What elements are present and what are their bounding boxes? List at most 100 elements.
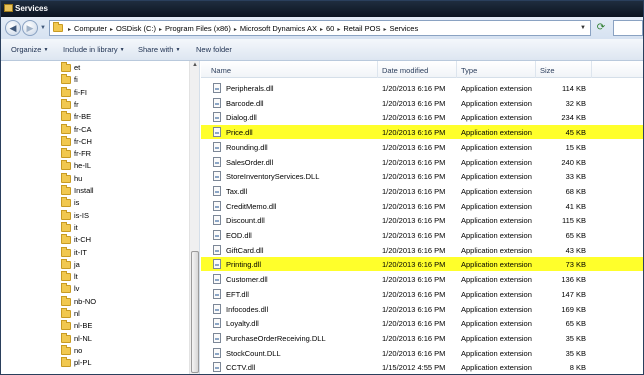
folder-icon — [61, 221, 71, 232]
breadcrumb-item[interactable]: Program Files (x86) — [165, 24, 231, 33]
file-row[interactable]: Price.dll 1/20/2013 6:16 PM Application ex… — [201, 125, 643, 140]
file-row[interactable]: GiftCard.dll 1/20/2013 6:16 PM Application… — [201, 243, 643, 257]
file-date-modified: 1/20/2013 6:16 PM — [382, 348, 446, 358]
file-row[interactable]: StoreInventoryServices.DLL 1/20/2013 6:16… — [201, 169, 643, 183]
scroll-up-icon[interactable]: ▲ — [192, 62, 198, 68]
file-row[interactable]: PurchaseOrderReceiving.DLL 1/20/2013 6:16… — [201, 331, 643, 345]
file-type: Application extension — [461, 157, 532, 167]
breadcrumb-separator-icon[interactable]: ▸ — [159, 27, 162, 33]
file-row[interactable]: Tax.dll 1/20/2013 6:16 PM Application exte… — [201, 184, 643, 198]
file-date-modified: 1/20/2013 6:16 PM — [382, 333, 446, 343]
file-type: Application extension — [461, 172, 532, 182]
column-header-date-modified[interactable]: Date modified — [382, 66, 428, 75]
address-bar[interactable]: ▸ Computer ▸ OSDisk (C:) ▸ Program Files (x86… — [49, 20, 591, 36]
file-row[interactable]: Loyalty.dll 1/20/2013 6:16 PM Application … — [201, 316, 643, 330]
tree-item-label: he-IL — [74, 161, 92, 171]
file-date-modified: 1/20/2013 6:16 PM — [382, 84, 446, 93]
share-with-label: Share with — [138, 45, 174, 54]
file-row[interactable]: Infocodes.dll 1/20/2013 6:16 PM Applicatio… — [201, 302, 643, 316]
file-name: StoreInventoryServices.DLL — [226, 172, 320, 182]
dll-file-icon — [213, 244, 221, 255]
breadcrumb-separator-icon[interactable]: ▸ — [110, 27, 113, 33]
tree-item-label: fi — [74, 75, 78, 85]
breadcrumb-item[interactable]: Retail POS — [343, 24, 380, 33]
file-row[interactable]: Dialog.dll 1/20/2013 6:16 PM Application e… — [201, 110, 643, 124]
column-header-name[interactable]: Name — [211, 66, 231, 75]
title-bar[interactable]: Services — [1, 1, 643, 17]
file-date-modified: 1/20/2013 6:16 PM — [382, 142, 446, 152]
file-row[interactable]: EFT.dll 1/20/2013 6:16 PM Application exte… — [201, 287, 643, 301]
file-date-modified: 1/20/2013 6:16 PM — [382, 275, 446, 285]
chevron-down-icon: ▼ — [175, 47, 181, 53]
column-header-type[interactable]: Type — [461, 66, 477, 75]
file-type: Application extension — [461, 98, 532, 108]
folder-icon — [61, 74, 71, 85]
file-row[interactable]: Customer.dll 1/20/2013 6:16 PM Application… — [201, 272, 643, 286]
organize-button[interactable]: Organize ▼ — [11, 45, 48, 54]
file-row[interactable]: Barcode.dll 1/20/2013 6:16 PM Application … — [201, 96, 643, 110]
command-bar: Organize ▼ Include in library ▼ Share with… — [1, 39, 643, 61]
navigation-scrollbar[interactable]: ▲ — [189, 61, 199, 374]
file-size: 147 KB — [561, 289, 586, 299]
file-name: Customer.dll — [226, 275, 268, 285]
breadcrumb-item[interactable]: Services — [389, 24, 418, 33]
file-row[interactable]: Peripherals.dll 1/20/2013 6:16 PM Applicat… — [201, 81, 643, 95]
dll-file-icon — [213, 274, 221, 285]
breadcrumb-item[interactable]: Computer — [74, 24, 107, 33]
tree-item-label: fi-FI — [74, 87, 87, 97]
dll-file-icon — [213, 127, 221, 138]
breadcrumb-separator-icon[interactable]: ▸ — [234, 27, 237, 33]
navigation-pane: et fi fi-FI fr fr-BE fr-CA fr-CH fr-FR he-IL hu In… — [1, 61, 200, 374]
forward-button[interactable]: ▶ — [22, 20, 38, 36]
file-row[interactable]: SalesOrder.dll 1/20/2013 6:16 PM Applicati… — [201, 155, 643, 169]
file-row[interactable]: CCTV.dll 1/15/2012 4:55 PM Application ext… — [201, 360, 643, 374]
recent-pages-dropdown[interactable]: ▼ — [40, 25, 46, 31]
file-size: 68 KB — [565, 186, 586, 196]
tree-item-label: lt — [74, 272, 78, 282]
organize-label: Organize — [11, 45, 42, 54]
folder-icon — [61, 62, 71, 72]
tree-item-label: fr-CA — [74, 124, 92, 134]
include-in-library-button[interactable]: Include in library ▼ — [63, 45, 125, 54]
scrollbar-thumb[interactable] — [191, 251, 199, 373]
breadcrumb-item[interactable]: Microsoft Dynamics AX — [240, 24, 317, 33]
dll-file-icon — [213, 303, 221, 314]
column-divider[interactable] — [535, 61, 536, 78]
breadcrumb-item[interactable]: OSDisk (C:) — [116, 24, 156, 33]
tree-item-label: hu — [74, 173, 83, 183]
breadcrumb-separator-icon[interactable]: ▸ — [383, 27, 386, 33]
breadcrumb-separator-icon[interactable]: ▸ — [320, 27, 323, 33]
file-row[interactable]: Rounding.dll 1/20/2013 6:16 PM Application… — [201, 140, 643, 154]
tree-item-label: fr-CH — [74, 136, 92, 146]
column-divider[interactable] — [456, 61, 457, 78]
breadcrumb-separator-icon[interactable]: ▸ — [68, 27, 71, 33]
breadcrumb-separator-icon[interactable]: ▸ — [337, 27, 340, 33]
file-row[interactable]: CreditMemo.dll 1/20/2013 6:16 PM Applicati… — [201, 199, 643, 213]
file-row[interactable]: EOD.dll 1/20/2013 6:16 PM Application exte… — [201, 228, 643, 242]
file-row[interactable]: StockCount.DLL 1/20/2013 6:16 PM Applicati… — [201, 346, 643, 360]
folder-icon — [61, 98, 71, 109]
dll-file-icon — [213, 259, 221, 270]
address-history-dropdown[interactable]: ▼ — [578, 23, 588, 34]
breadcrumb-item[interactable]: 60 — [326, 24, 334, 33]
tree-item-label: fr-FR — [74, 149, 92, 159]
file-type: Application extension — [461, 113, 532, 123]
folder-icon — [61, 246, 71, 257]
search-input[interactable] — [613, 20, 643, 36]
back-button[interactable]: ◀ — [5, 20, 21, 36]
share-with-button[interactable]: Share with ▼ — [138, 45, 180, 54]
dll-file-icon — [213, 318, 221, 329]
file-row[interactable]: Discount.dll 1/20/2013 6:16 PM Application… — [201, 213, 643, 227]
file-size: 33 KB — [565, 172, 586, 182]
new-folder-button[interactable]: New folder — [196, 45, 232, 54]
file-name: CreditMemo.dll — [226, 201, 277, 211]
column-divider[interactable] — [591, 61, 592, 78]
refresh-button[interactable]: ⟳ — [593, 21, 609, 35]
file-row[interactable]: Printing.dll 1/20/2013 6:16 PM Application… — [201, 257, 643, 272]
file-date-modified: 1/20/2013 6:16 PM — [382, 98, 446, 108]
file-name: Infocodes.dll — [226, 304, 269, 314]
breadcrumb: ▸ Computer ▸ OSDisk (C:) ▸ Program Files (x86… — [68, 24, 421, 33]
folder-icon — [61, 332, 71, 343]
column-divider[interactable] — [377, 61, 378, 78]
column-header-size[interactable]: Size — [540, 66, 555, 75]
